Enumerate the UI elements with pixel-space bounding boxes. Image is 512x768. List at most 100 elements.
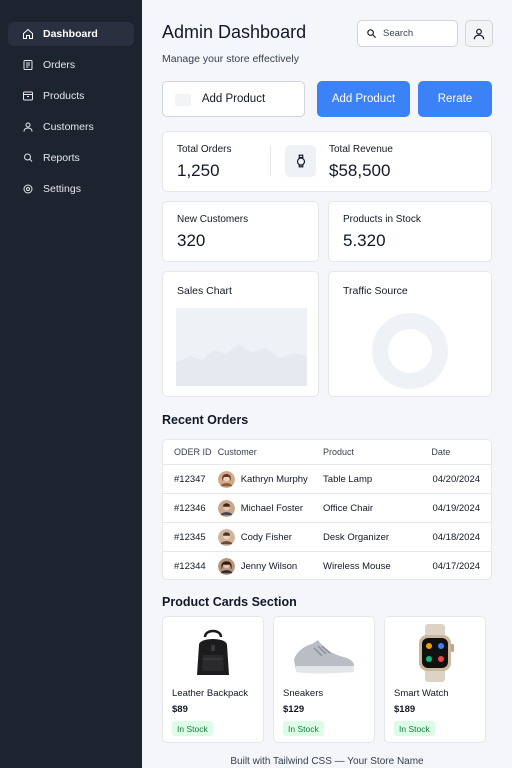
avatar (217, 470, 235, 488)
order-date: 04/20/2024 (432, 473, 481, 485)
sidebar-item-dashboard[interactable]: Dashboard (8, 22, 134, 46)
recent-orders-title: Recent Orders (162, 413, 249, 427)
customer-name: Kathryn Murphy (240, 473, 308, 485)
sales-chart-placeholder (176, 308, 307, 386)
new-customers-card: New Customers 320 (162, 201, 319, 262)
magnifier-icon (24, 153, 33, 162)
main-content: Admin Dashboard Manage your store effect… (142, 0, 512, 768)
add-product-button[interactable]: Add Product (317, 81, 410, 117)
product-name: Table Lamp (323, 473, 373, 485)
order-id: #12345 (174, 531, 206, 543)
products-in-stock-value: 5.320 (343, 231, 386, 250)
sidebar-item-reports[interactable]: Reports (8, 146, 134, 170)
stock-badge: In Stock (172, 721, 213, 736)
page-title: Admin Dashboard (162, 22, 307, 42)
table-row[interactable]: #12345 Cody Fisher Desk Organizer 04/18/… (163, 523, 491, 552)
user-menu-button[interactable] (465, 20, 493, 47)
sneaker-icon (274, 623, 374, 683)
total-orders-label: Total Orders (177, 144, 232, 155)
sidebar-item-customers[interactable]: Customers (8, 115, 134, 139)
column-header: ODER ID (174, 447, 212, 457)
sidebar-item-label: Customers (43, 121, 94, 133)
sidebar: Dashboard Orders Products Customers Repo… (0, 0, 142, 768)
avatar (217, 528, 235, 546)
total-revenue-label: Total Revenue (329, 144, 393, 155)
product-name: Office Chair (323, 502, 374, 514)
product-name: Desk Organizer (323, 531, 390, 543)
orders-revenue-card: Total Orders 1,250 Total Revenue $58,500 (162, 131, 492, 192)
product-card[interactable]: Leather Backpack $89 In Stock (162, 616, 264, 743)
home-icon (23, 28, 33, 39)
sidebar-item-label: Dashboard (43, 28, 98, 40)
customer-cell: Michael Foster (217, 499, 323, 517)
avatar (217, 499, 235, 517)
table-header: ODER ID Customer Product Date (163, 440, 491, 465)
traffic-source-card: Traffic Source (328, 271, 492, 397)
customer-name: Cody Fisher (240, 531, 292, 543)
user-icon (23, 122, 33, 132)
product-name: Sneakers (283, 688, 324, 699)
order-id: #12344 (174, 561, 206, 572)
product-cards-title: Product Cards Section (162, 595, 297, 609)
page-subtitle: Manage your store effectively (162, 53, 299, 65)
sidebar-item-label: Products (43, 90, 85, 102)
product-name: Leather Backpack (172, 688, 249, 699)
order-id: #12346 (174, 502, 206, 514)
button-label: Add Product (331, 93, 396, 105)
product-name: Wireless Mouse (323, 561, 391, 572)
products-in-stock-card: Products in Stock 5.320 (328, 201, 492, 262)
box-icon (23, 91, 33, 101)
sidebar-item-label: Orders (43, 59, 76, 71)
product-card[interactable]: Sneakers $129 In Stock (273, 616, 375, 743)
rerate-button[interactable]: Rerate (418, 81, 492, 117)
table-row[interactable]: #12347 Kathryn Murphy Table Lamp 04/20/2… (163, 465, 491, 494)
column-header: Date (431, 447, 451, 457)
product-name: Smart Watch (394, 688, 449, 699)
recent-orders-table: ODER ID Customer Product Date #12347 Kat… (162, 439, 492, 580)
products-in-stock-label: Products in Stock (343, 214, 421, 225)
total-orders-value: 1,250 (177, 161, 220, 180)
button-label: Rerate (437, 93, 473, 105)
customer-cell: Kathryn Murphy (217, 470, 323, 488)
backpack-icon (163, 623, 263, 683)
gear-icon (23, 184, 33, 194)
order-date: 04/19/2024 (432, 502, 481, 514)
table-row[interactable]: #12344 Jenny Wilson Wireless Mouse 04/17… (163, 552, 491, 579)
table-row[interactable]: #12346 Michael Foster Office Chair 04/19… (163, 494, 491, 523)
column-header: Customer (217, 447, 257, 457)
button-label: Add Product (201, 93, 266, 105)
stock-badge: In Stock (394, 721, 435, 736)
sidebar-item-label: Settings (43, 183, 81, 195)
column-header: Product (323, 447, 355, 457)
sidebar-item-settings[interactable]: Settings (8, 177, 134, 201)
add-product-outline-button[interactable]: Add Product (162, 81, 305, 117)
sidebar-item-products[interactable]: Products (8, 84, 134, 108)
footer-text: Built with Tailwind CSS — Your Store Nam… (230, 756, 424, 767)
receipt-icon (23, 60, 33, 70)
divider (270, 146, 271, 176)
placeholder-icon (175, 94, 191, 106)
product-price: $189 (394, 704, 416, 715)
sidebar-item-label: Reports (43, 152, 80, 164)
order-date: 04/17/2024 (432, 561, 481, 572)
sales-chart-title: Sales Chart (177, 285, 232, 297)
search-input[interactable] (383, 28, 453, 39)
order-id: #12347 (174, 473, 206, 485)
order-date: 04/18/2024 (432, 531, 481, 543)
stock-badge: In Stock (283, 721, 324, 736)
new-customers-label: New Customers (177, 214, 249, 225)
search-icon (367, 29, 377, 39)
search-box[interactable] (357, 20, 458, 47)
total-revenue-value: $58,500 (329, 161, 391, 180)
watch-icon (385, 623, 485, 683)
customer-name: Jenny Wilson (240, 561, 298, 572)
customer-cell: Cody Fisher (217, 528, 323, 546)
avatar (217, 558, 235, 575)
sidebar-item-orders[interactable]: Orders (8, 53, 134, 77)
sales-chart-card: Sales Chart (162, 271, 319, 397)
new-customers-value: 320 (177, 231, 206, 250)
customer-cell: Jenny Wilson (217, 558, 323, 575)
traffic-donut-placeholder (372, 313, 448, 389)
product-price: $129 (283, 704, 305, 715)
product-card[interactable]: Smart Watch $189 In Stock (384, 616, 486, 743)
